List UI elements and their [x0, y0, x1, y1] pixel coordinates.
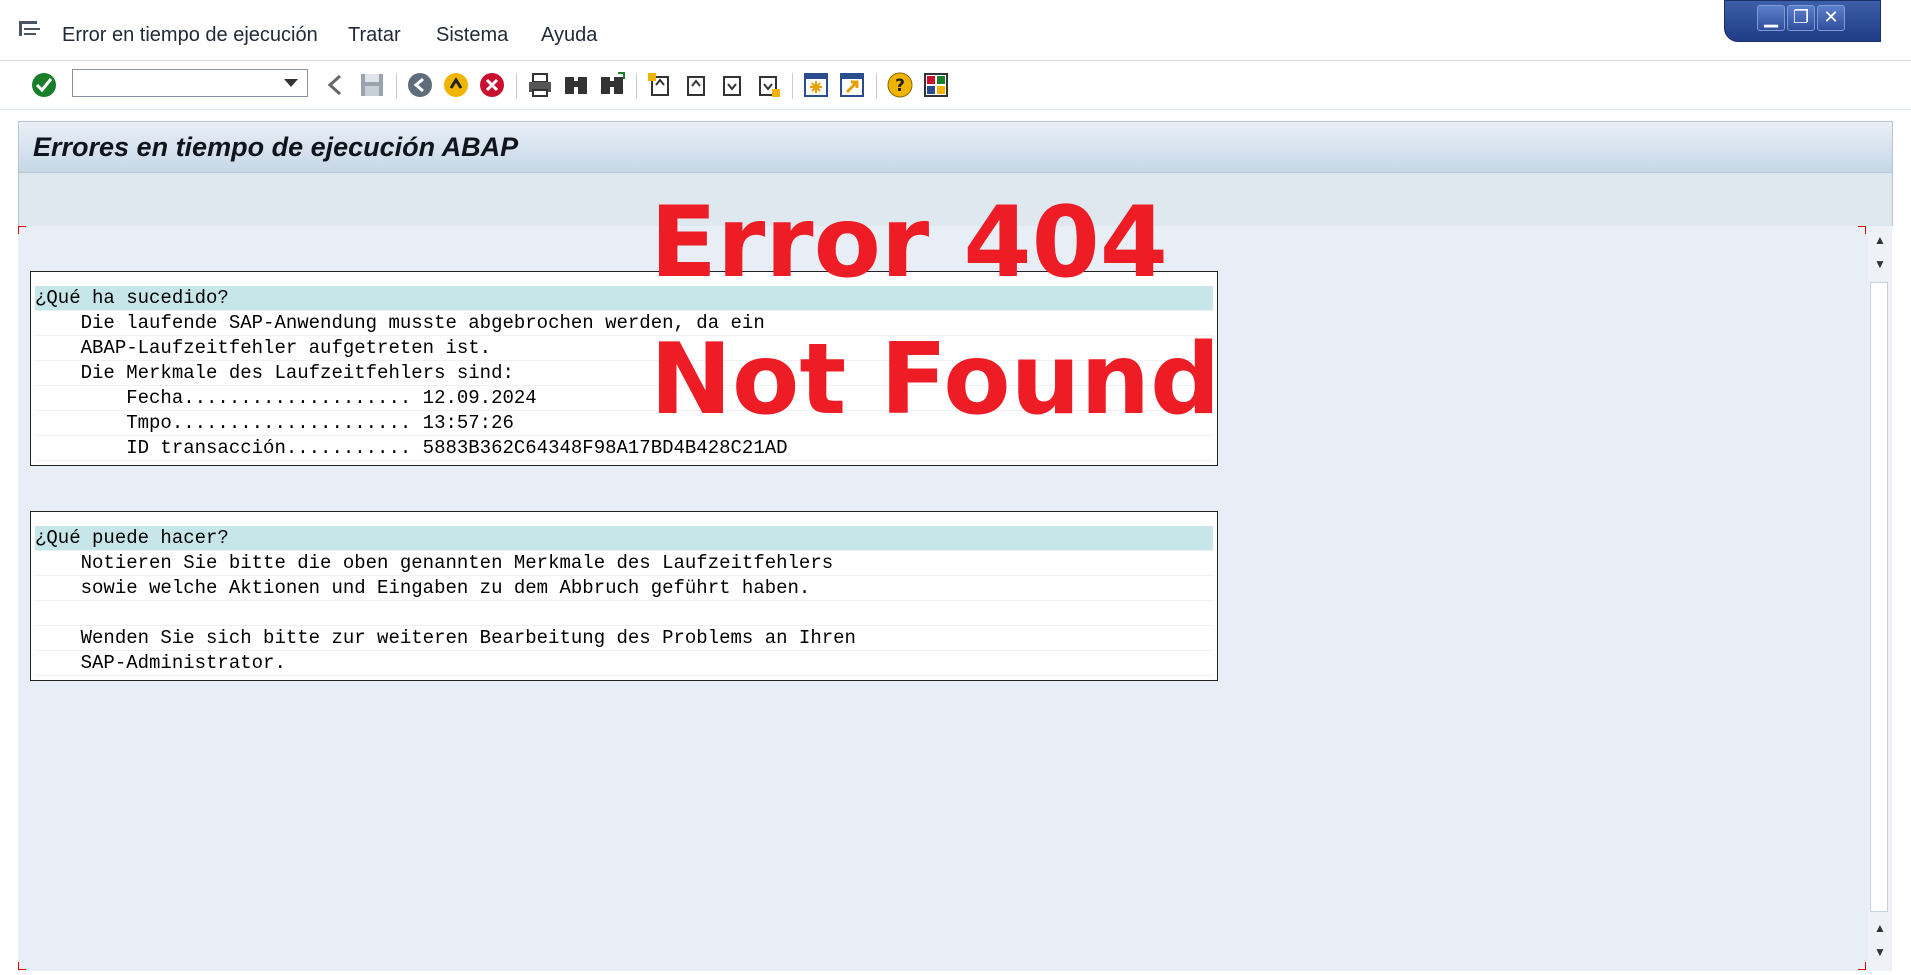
enter-icon[interactable] [30, 71, 58, 99]
back-icon[interactable] [322, 71, 350, 99]
not-found-overlay: Not Found [650, 323, 1221, 437]
window-controls: ▁ ❐ ✕ [1724, 0, 1881, 42]
minimize-button[interactable]: ▁ [1757, 5, 1785, 31]
system-menu-icon[interactable] [18, 20, 42, 38]
scroll-top-icon[interactable]: ▲ [1872, 232, 1888, 248]
prev-page-icon[interactable] [682, 71, 710, 99]
standard-toolbar: ? [0, 61, 1911, 110]
menu-item-sistema[interactable]: Sistema [436, 24, 508, 47]
scroll-down-icon[interactable]: ▲ [1872, 920, 1888, 936]
panel-line: Notieren Sie bitte die oben genannten Me… [35, 551, 1213, 576]
corner-marker [1858, 962, 1866, 970]
corner-marker [18, 226, 26, 234]
screen-title-bar: Errores en tiempo de ejecución ABAP [18, 121, 1893, 173]
corner-marker [18, 962, 26, 970]
first-page-icon[interactable] [646, 71, 674, 99]
panel-line: SAP-Administrator. [35, 651, 1213, 676]
menu-item-ayuda[interactable]: Ayuda [541, 24, 597, 47]
what-can-you-do-panel: ¿Qué puede hacer? Notieren Sie bitte die… [30, 511, 1218, 681]
restore-button[interactable]: ❐ [1787, 5, 1815, 31]
print-icon[interactable] [526, 71, 554, 99]
svg-text:?: ? [895, 76, 905, 96]
command-dropdown-icon[interactable] [284, 79, 298, 87]
panel-line: sowie welche Aktionen und Eingaben zu de… [35, 576, 1213, 601]
scroll-up-icon[interactable]: ▼ [1872, 256, 1888, 272]
corner-marker [1858, 226, 1866, 234]
exit-icon[interactable] [442, 71, 470, 99]
command-field[interactable] [72, 69, 308, 97]
find-icon[interactable] [562, 71, 590, 99]
customize-layout-icon[interactable] [922, 71, 950, 99]
scrollbar-track[interactable] [1870, 282, 1888, 912]
shortcut-icon[interactable] [838, 71, 866, 99]
error-404-overlay: Error 404 [650, 186, 1168, 300]
close-button[interactable]: ✕ [1817, 5, 1845, 31]
cancel-icon[interactable] [478, 71, 506, 99]
help-icon[interactable]: ? [886, 71, 914, 99]
save-icon[interactable] [358, 71, 386, 99]
find-next-icon[interactable] [598, 71, 626, 99]
scroll-bottom-icon[interactable]: ▼ [1872, 944, 1888, 960]
menu-item-tratar[interactable]: Tratar [348, 24, 401, 47]
panel-line [35, 601, 1213, 626]
menu-bar: Error en tiempo de ejecución Tratar Sist… [0, 0, 1911, 61]
create-session-icon[interactable] [802, 71, 830, 99]
panel-line: Wenden Sie sich bitte zur weiteren Bearb… [35, 626, 1213, 651]
last-page-icon[interactable] [754, 71, 782, 99]
transaction-id-line: ID transacción........... 5883B362C64348… [35, 436, 1213, 461]
back-nav-icon[interactable] [406, 71, 434, 99]
panel-heading: ¿Qué puede hacer? [35, 526, 1213, 551]
page-title: Errores en tiempo de ejecución ABAP [33, 132, 519, 162]
next-page-icon[interactable] [718, 71, 746, 99]
menu-item-runtime-error[interactable]: Error en tiempo de ejecución [62, 24, 318, 47]
